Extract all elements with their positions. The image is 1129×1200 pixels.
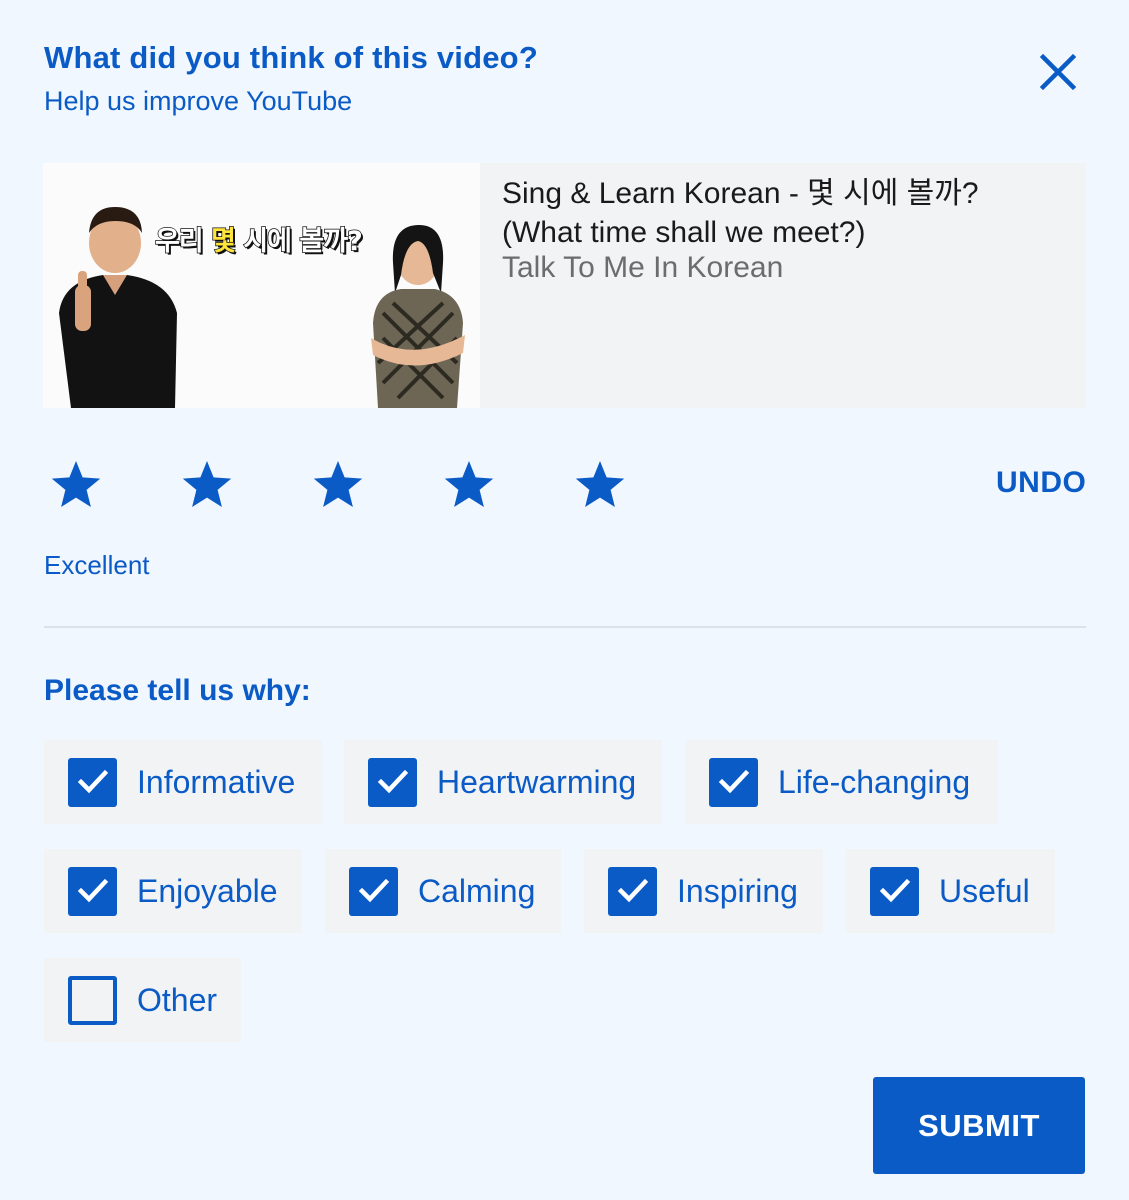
checkbox[interactable] xyxy=(368,757,417,807)
checkmark-icon xyxy=(358,878,389,903)
reason-chip-enjoyable[interactable]: Enjoyable xyxy=(44,849,302,933)
checkmark-icon xyxy=(617,878,648,903)
checkmark-icon xyxy=(77,769,108,794)
reason-chip-inspiring[interactable]: Inspiring xyxy=(584,849,823,933)
checkbox[interactable] xyxy=(349,866,398,916)
rating-label: Excellent xyxy=(44,550,150,580)
reason-chip-life-changing[interactable]: Life-changing xyxy=(685,740,998,824)
reason-chip-informative[interactable]: Informative xyxy=(44,740,322,824)
checkbox[interactable] xyxy=(68,866,117,916)
reason-label: Life-changing xyxy=(778,763,971,800)
checkbox[interactable] xyxy=(68,757,117,807)
thumbnail-illustration xyxy=(43,163,480,408)
star-5-icon[interactable] xyxy=(572,458,628,514)
video-channel[interactable]: Talk To Me In Korean xyxy=(502,251,783,285)
reason-chip-calming[interactable]: Calming xyxy=(325,849,561,933)
undo-button[interactable]: UNDO xyxy=(996,466,1086,500)
star-2-icon[interactable] xyxy=(179,458,235,514)
submit-button[interactable]: SUBMIT xyxy=(873,1077,1085,1174)
checkmark-icon xyxy=(77,878,108,903)
video-thumbnail: 우리 몇 시에 볼까? xyxy=(43,163,480,408)
checkbox[interactable] xyxy=(709,757,758,807)
reason-label: Other xyxy=(137,981,218,1018)
close-button[interactable] xyxy=(1034,48,1082,96)
reason-label: Informative xyxy=(137,763,296,800)
reason-chip-heartwarming[interactable]: Heartwarming xyxy=(344,740,662,824)
dialog-title: What did you think of this video? xyxy=(44,40,538,75)
star-3-icon[interactable] xyxy=(310,458,366,514)
close-icon xyxy=(1039,53,1077,91)
checkbox[interactable] xyxy=(68,975,117,1025)
reasons-heading: Please tell us why: xyxy=(44,674,311,707)
thumbnail-caption: 우리 몇 시에 볼까? xyxy=(154,225,363,258)
checkmark-icon xyxy=(879,878,910,903)
reason-label: Inspiring xyxy=(677,872,798,909)
star-4-icon[interactable] xyxy=(441,458,497,514)
reason-chip-other[interactable]: Other xyxy=(44,958,241,1042)
star-1-icon[interactable] xyxy=(48,458,104,514)
video-title[interactable]: Sing & Learn Korean - 몇 시에 볼까? (What tim… xyxy=(502,174,1062,252)
video-card: 우리 몇 시에 볼까? Sing & Learn Korean - 몇 시에 볼… xyxy=(43,163,1086,408)
reason-label: Heartwarming xyxy=(437,763,637,800)
checkbox[interactable] xyxy=(608,866,657,916)
checkmark-icon xyxy=(377,769,408,794)
reason-label: Enjoyable xyxy=(137,872,278,909)
reason-label: Useful xyxy=(939,872,1030,909)
dialog-subtitle: Help us improve YouTube xyxy=(44,86,353,116)
checkbox[interactable] xyxy=(870,866,919,916)
checkmark-icon xyxy=(718,769,749,794)
reason-label: Calming xyxy=(418,872,536,909)
divider xyxy=(44,626,1086,628)
reason-chip-useful[interactable]: Useful xyxy=(846,849,1055,933)
